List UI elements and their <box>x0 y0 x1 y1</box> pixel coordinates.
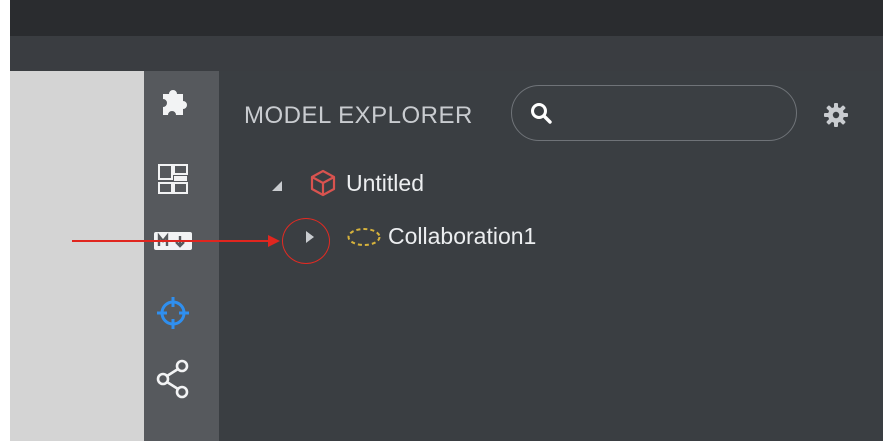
tree-item-label: Untitled <box>346 169 424 196</box>
collaboration-ellipse-icon <box>347 227 381 246</box>
search-box[interactable] <box>511 85 797 141</box>
layout-button[interactable] <box>150 156 196 202</box>
app-window <box>10 0 883 441</box>
panel-title: MODEL EXPLORER <box>244 102 473 129</box>
annotation-arrow-line <box>72 240 274 242</box>
tree-item-label: Collaboration1 <box>388 223 537 249</box>
layout-grid-icon <box>158 164 188 194</box>
search-icon <box>531 103 552 124</box>
share-icon <box>156 359 189 399</box>
expanded-triangle-icon[interactable] <box>270 179 284 193</box>
title-bar <box>10 0 883 36</box>
share-button[interactable] <box>150 356 196 402</box>
gear-icon[interactable] <box>823 102 849 128</box>
extensions-button[interactable] <box>150 79 196 125</box>
crosshair-icon <box>157 297 189 329</box>
annotation-arrowhead <box>268 235 280 247</box>
annotation-circle <box>282 218 330 264</box>
search-input[interactable] <box>562 101 776 125</box>
puzzle-icon <box>163 90 187 115</box>
tab-bar <box>10 36 883 71</box>
cube-icon <box>310 169 336 197</box>
tree-item-collaboration[interactable]: Collaboration1 <box>304 223 536 250</box>
editor-pane[interactable] <box>10 71 144 441</box>
outline-button[interactable] <box>150 290 196 336</box>
tree-item-root[interactable]: Untitled <box>270 168 424 198</box>
